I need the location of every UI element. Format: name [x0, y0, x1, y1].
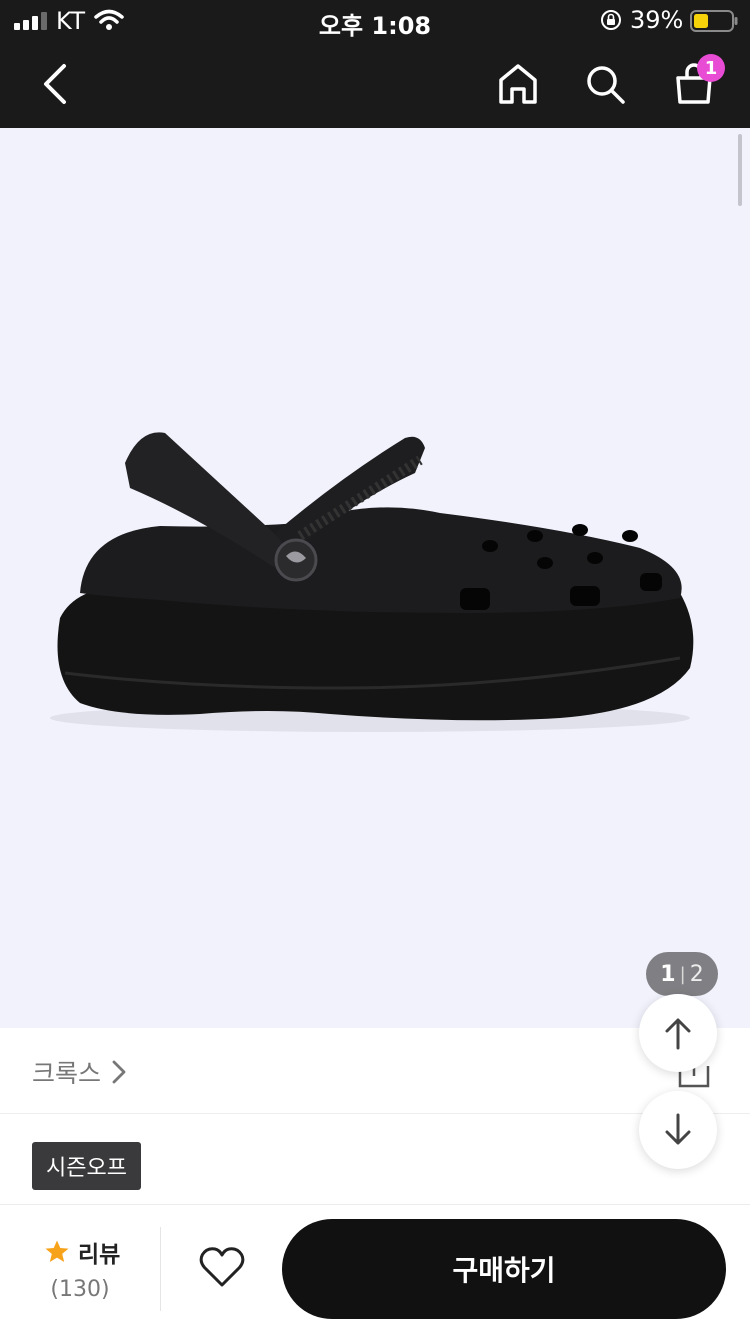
scrollbar[interactable] [738, 134, 742, 206]
page-current: 1 [660, 961, 676, 987]
home-button[interactable] [483, 40, 553, 128]
buy-button[interactable]: 구매하기 [282, 1219, 726, 1319]
review-summary[interactable]: 리뷰 (130) [0, 1205, 160, 1334]
battery-percent: 39% [630, 6, 684, 34]
image-page-indicator: 1 | 2 [646, 952, 718, 996]
divider [160, 1227, 161, 1311]
product-image-carousel[interactable]: 1 | 2 [0, 128, 750, 1028]
arrow-up-icon [665, 1018, 691, 1050]
badge-row: 시즌오프 [0, 1114, 750, 1204]
home-icon [499, 64, 537, 104]
chevron-left-icon [44, 64, 66, 104]
star-icon [45, 1240, 69, 1262]
heart-icon [199, 1247, 245, 1287]
cart-count-badge: 1 [697, 54, 725, 82]
review-count: (130) [50, 1277, 110, 1302]
status-bar: KT 오후 1:08 39% [0, 0, 750, 40]
season-off-badge: 시즌오프 [32, 1142, 141, 1190]
rotation-lock-icon [601, 10, 621, 30]
brand-name: 크록스 [32, 1059, 102, 1088]
brand-row: 크록스 [0, 1028, 750, 1114]
review-label: 리뷰 [78, 1242, 121, 1268]
battery-icon [690, 10, 738, 32]
chevron-right-icon [112, 1060, 126, 1084]
cart-button[interactable]: 1 [659, 40, 729, 128]
scroll-bottom-button[interactable] [639, 1091, 717, 1169]
bottom-action-bar: 리뷰 (130) 구매하기 [0, 1204, 750, 1334]
search-icon [587, 66, 625, 104]
scroll-top-button[interactable] [639, 994, 717, 1072]
app-header: 1 [0, 40, 750, 128]
black-platform-clog-image [50, 432, 694, 732]
wishlist-button[interactable] [190, 1235, 254, 1299]
review-label-row: 리뷰 [44, 1235, 120, 1269]
page-total: 2 [689, 961, 704, 987]
back-button[interactable] [20, 40, 90, 128]
search-button[interactable] [570, 40, 640, 128]
arrow-down-icon [665, 1113, 691, 1145]
page-separator: | [679, 963, 686, 985]
brand-link[interactable]: 크록스 [32, 1054, 127, 1090]
